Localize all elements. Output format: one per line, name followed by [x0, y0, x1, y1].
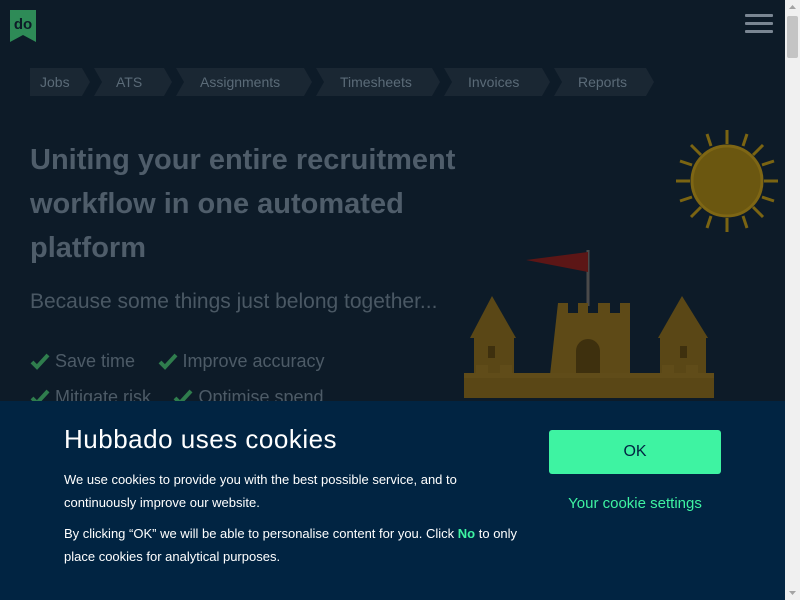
consent-text-before: By clicking “OK” we will be able to pers… — [64, 526, 458, 541]
vertical-scrollbar[interactable] — [785, 0, 800, 600]
breadcrumb-assignments[interactable]: Assignments — [176, 68, 312, 96]
cookie-banner-description: We use cookies to provide you with the b… — [64, 472, 457, 510]
benefit-item: Save time — [30, 343, 135, 379]
check-icon — [30, 353, 50, 370]
breadcrumb: Jobs ATS Assignments Timesheets Invoices… — [30, 68, 658, 96]
cookie-banner-title: Hubbado uses cookies — [64, 424, 338, 454]
scroll-up-arrow-icon[interactable] — [785, 0, 800, 15]
sun-icon — [676, 130, 778, 232]
sandcastle-icon — [464, 250, 714, 398]
check-icon — [158, 353, 177, 370]
scrollbar-thumb[interactable] — [787, 16, 798, 58]
benefit-label: Save time — [55, 350, 136, 371]
cookie-ok-button[interactable]: OK — [549, 430, 721, 474]
hubbado-logo[interactable]: do — [10, 10, 36, 42]
hamburger-menu-icon[interactable] — [745, 14, 773, 38]
benefit-label: Improve accuracy — [182, 350, 325, 371]
logo-text: do — [14, 16, 32, 33]
breadcrumb-timesheets[interactable]: Timesheets — [316, 68, 440, 96]
benefit-item: Improve accuracy — [158, 343, 325, 379]
breadcrumb-invoices[interactable]: Invoices — [444, 68, 550, 96]
cookie-settings-link[interactable]: Your cookie settings — [549, 495, 721, 512]
hero-headline: Uniting your entire recruitment workflow… — [30, 144, 456, 264]
breadcrumb-reports[interactable]: Reports — [554, 68, 654, 96]
cookie-no-link[interactable]: No — [458, 526, 475, 541]
scroll-down-arrow-icon[interactable] — [785, 585, 800, 600]
breadcrumb-jobs[interactable]: Jobs — [30, 68, 90, 96]
breadcrumb-ats[interactable]: ATS — [94, 68, 172, 96]
cookie-banner-consent-text: By clicking “OK” we will be able to pers… — [64, 522, 524, 568]
hero-subline: Because some things just belong together… — [30, 290, 438, 313]
